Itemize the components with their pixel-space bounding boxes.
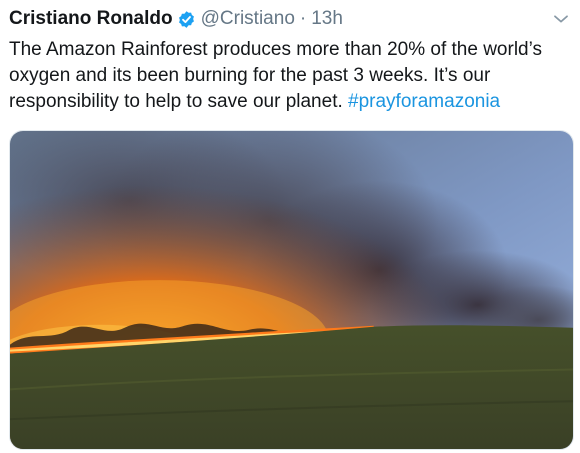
- tweet-photo[interactable]: [9, 130, 574, 450]
- tweet-header: Cristiano Ronaldo @Cristiano · 13h: [9, 6, 343, 32]
- chevron-down-icon[interactable]: [552, 10, 570, 28]
- tweet-card[interactable]: Cristiano Ronaldo @Cristiano · 13h The A…: [0, 0, 580, 453]
- wildfire-photo: [10, 131, 573, 449]
- author-name[interactable]: Cristiano Ronaldo: [9, 8, 173, 30]
- author-handle[interactable]: @Cristiano: [201, 8, 295, 30]
- tweet-text-line: The Amazon Rainforest produces more than…: [9, 39, 542, 60]
- separator-dot: ·: [299, 8, 307, 29]
- tweet-text-fragment: responsibility to help to save our plane…: [9, 91, 349, 112]
- tweet-timestamp[interactable]: 13h: [311, 8, 343, 30]
- hashtag-link[interactable]: #prayforamazonia: [348, 91, 500, 112]
- tweet-text: The Amazon Rainforest produces more than…: [9, 37, 574, 115]
- verified-badge-icon: [177, 10, 196, 29]
- tweet-text-line: oxygen and its been burning for the past…: [9, 65, 491, 86]
- tweet-text-line: responsibility to help to save our plane…: [9, 89, 574, 115]
